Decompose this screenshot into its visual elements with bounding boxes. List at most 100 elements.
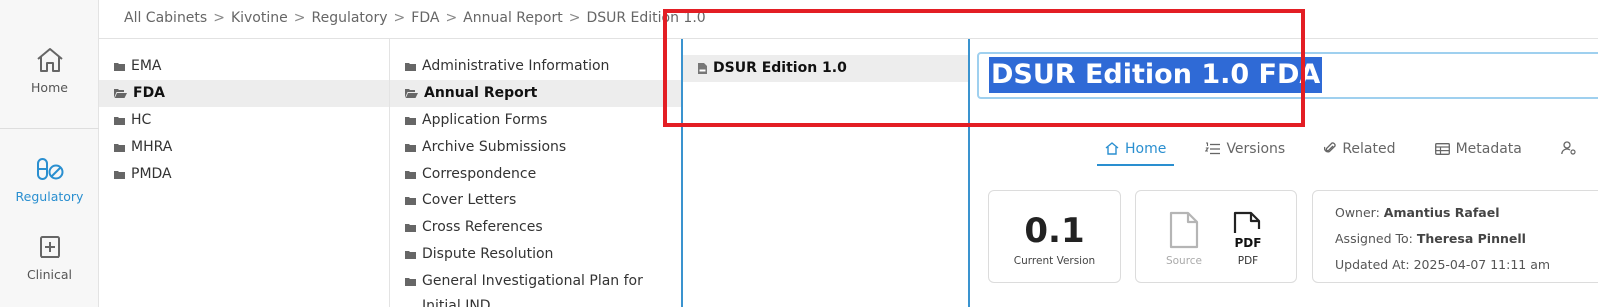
folder-label: Cover Letters bbox=[422, 192, 517, 208]
updated-line: Updated At: 2025-04-07 11:11 am bbox=[1335, 255, 1598, 281]
breadcrumb-item-kivotine[interactable]: Kivotine bbox=[231, 10, 288, 26]
rail-divider bbox=[0, 128, 99, 129]
tab-home[interactable]: Home bbox=[1097, 134, 1175, 166]
home-icon bbox=[36, 48, 63, 72]
user-settings-icon bbox=[1561, 141, 1576, 155]
assigned-label: Assigned To: bbox=[1335, 231, 1413, 246]
document-title-value[interactable]: DSUR Edition 1.0 FDA bbox=[989, 57, 1323, 93]
pdf-file-icon: PDF bbox=[1233, 211, 1262, 249]
folder-item-archive-submissions[interactable]: Archive Submissions bbox=[390, 134, 681, 161]
folder-label: FDA bbox=[133, 85, 166, 101]
folder-item-application-forms[interactable]: Application Forms bbox=[390, 107, 681, 134]
owner-value: Amantius Rafael bbox=[1383, 205, 1500, 220]
folder-item-hc[interactable]: HC bbox=[99, 107, 389, 134]
folder-label: EMA bbox=[131, 58, 162, 74]
updated-label: Updated At: bbox=[1335, 257, 1410, 272]
document-column: DSUR Edition 1.0 bbox=[683, 39, 970, 307]
current-version-card: 0.1 Current Version bbox=[988, 190, 1121, 283]
folder-icon bbox=[405, 196, 416, 205]
folder-item-pmda[interactable]: PMDA bbox=[99, 161, 389, 188]
numbered-list-icon bbox=[1205, 142, 1221, 155]
nav-home[interactable]: Home bbox=[0, 46, 99, 95]
folder-open-icon bbox=[114, 88, 127, 98]
nav-clinical-label: Clinical bbox=[26, 267, 73, 282]
nav-regulatory[interactable]: Regulatory bbox=[0, 157, 99, 204]
folder-item-mhra[interactable]: MHRA bbox=[99, 134, 389, 161]
folder-icon bbox=[114, 116, 125, 125]
pills-icon bbox=[36, 158, 63, 180]
folder-label-continuation: Initial IND bbox=[422, 298, 491, 307]
folder-item-annual-report[interactable]: Annual Report bbox=[390, 80, 681, 107]
pdf-file-icon bbox=[698, 62, 707, 74]
tab-related[interactable]: Related bbox=[1316, 134, 1403, 166]
document-title-field[interactable]: DSUR Edition 1.0 FDA bbox=[977, 52, 1598, 99]
folder-item-dispute-resolution[interactable]: Dispute Resolution bbox=[390, 241, 681, 268]
assigned-value: Theresa Pinnell bbox=[1416, 231, 1526, 246]
folder-label: Administrative Information bbox=[422, 58, 610, 74]
folder-icon bbox=[405, 62, 416, 71]
folder-open-icon bbox=[405, 88, 418, 98]
tab-versions[interactable]: Versions bbox=[1197, 134, 1293, 166]
folder-icon bbox=[405, 116, 416, 125]
file-renditions-card: Source PDF PDF bbox=[1135, 190, 1297, 283]
folder-icon bbox=[114, 143, 125, 152]
medical-book-icon bbox=[39, 236, 60, 258]
owner-line: Owner: Amantius Rafael bbox=[1335, 203, 1598, 229]
folder-item-fda[interactable]: FDA bbox=[99, 80, 389, 107]
current-version-value: 0.1 bbox=[1024, 211, 1085, 251]
folder-label: MHRA bbox=[131, 139, 173, 155]
document-item-dsur[interactable]: DSUR Edition 1.0 bbox=[683, 55, 968, 82]
owner-label: Owner: bbox=[1335, 205, 1380, 220]
folder-icon bbox=[405, 277, 416, 286]
folder-item-ema[interactable]: EMA bbox=[99, 53, 389, 80]
folder-label: HC bbox=[131, 112, 152, 128]
nav-regulatory-label: Regulatory bbox=[15, 189, 84, 204]
breadcrumb-separator: > bbox=[568, 10, 581, 26]
tab-home-label: Home bbox=[1125, 141, 1167, 157]
breadcrumb-separator: > bbox=[213, 10, 225, 26]
tab-metadata-label: Metadata bbox=[1455, 141, 1522, 157]
breadcrumb-separator: > bbox=[293, 10, 306, 26]
folder-icon bbox=[405, 143, 416, 152]
folder-label: PMDA bbox=[131, 166, 172, 182]
detail-tabs: Home Versions Related Metadata bbox=[1097, 134, 1598, 166]
folder-column-agencies: EMA FDA HC MHRA PMDA bbox=[99, 39, 390, 307]
tab-metadata[interactable]: Metadata bbox=[1427, 134, 1530, 166]
folder-item-general-investigational-plan[interactable]: General Investigational Plan for bbox=[390, 268, 681, 295]
breadcrumb-item-annual-report[interactable]: Annual Report bbox=[463, 10, 563, 26]
breadcrumb-item-regulatory[interactable]: Regulatory bbox=[311, 10, 387, 26]
breadcrumb-item-fda[interactable]: FDA bbox=[411, 10, 439, 26]
folder-column-sections: Administrative Information Annual Report… bbox=[390, 39, 683, 307]
tab-permissions[interactable] bbox=[1553, 134, 1591, 166]
pdf-icon-text: PDF bbox=[1235, 236, 1262, 249]
folder-item-cross-references[interactable]: Cross References bbox=[390, 214, 681, 241]
table-icon bbox=[1434, 143, 1450, 155]
folder-label: General Investigational Plan for bbox=[422, 273, 643, 289]
left-nav-rail: Home Regulatory Clinical bbox=[0, 0, 99, 307]
nav-clinical[interactable]: Clinical bbox=[0, 235, 99, 282]
tab-versions-label: Versions bbox=[1226, 141, 1286, 157]
folder-item-administrative-information[interactable]: Administrative Information bbox=[390, 53, 681, 80]
folder-label: Cross References bbox=[422, 219, 543, 235]
pdf-file-button[interactable]: PDF PDF bbox=[1218, 211, 1278, 267]
folder-label: Dispute Resolution bbox=[422, 246, 554, 262]
breadcrumb-separator: > bbox=[393, 10, 406, 26]
folder-icon bbox=[114, 170, 125, 179]
folder-label: Application Forms bbox=[422, 112, 548, 128]
folder-icon bbox=[405, 170, 416, 179]
current-version-label: Current Version bbox=[1013, 255, 1096, 267]
folder-label: Archive Submissions bbox=[422, 139, 567, 155]
source-file-button[interactable]: Source bbox=[1154, 211, 1214, 267]
paperclip-icon bbox=[1324, 142, 1336, 153]
app-window: Home Regulatory Clinical All Cabinets > Ki… bbox=[0, 0, 1598, 307]
home-icon bbox=[1105, 142, 1119, 155]
pdf-file-label: PDF bbox=[1237, 255, 1259, 267]
folder-label: Correspondence bbox=[422, 166, 537, 182]
folder-item-cover-letters[interactable]: Cover Letters bbox=[390, 187, 681, 214]
document-info-card: Owner: Amantius Rafael Assigned To: Ther… bbox=[1312, 190, 1598, 283]
assigned-line: Assigned To: Theresa Pinnell bbox=[1335, 229, 1598, 255]
breadcrumb: All Cabinets > Kivotine > Regulatory > FDA > Ann… bbox=[124, 10, 706, 26]
updated-value: 2025-04-07 11:11 am bbox=[1413, 257, 1551, 272]
breadcrumb-item-all-cabinets[interactable]: All Cabinets bbox=[124, 10, 207, 26]
folder-item-correspondence[interactable]: Correspondence bbox=[390, 161, 681, 188]
